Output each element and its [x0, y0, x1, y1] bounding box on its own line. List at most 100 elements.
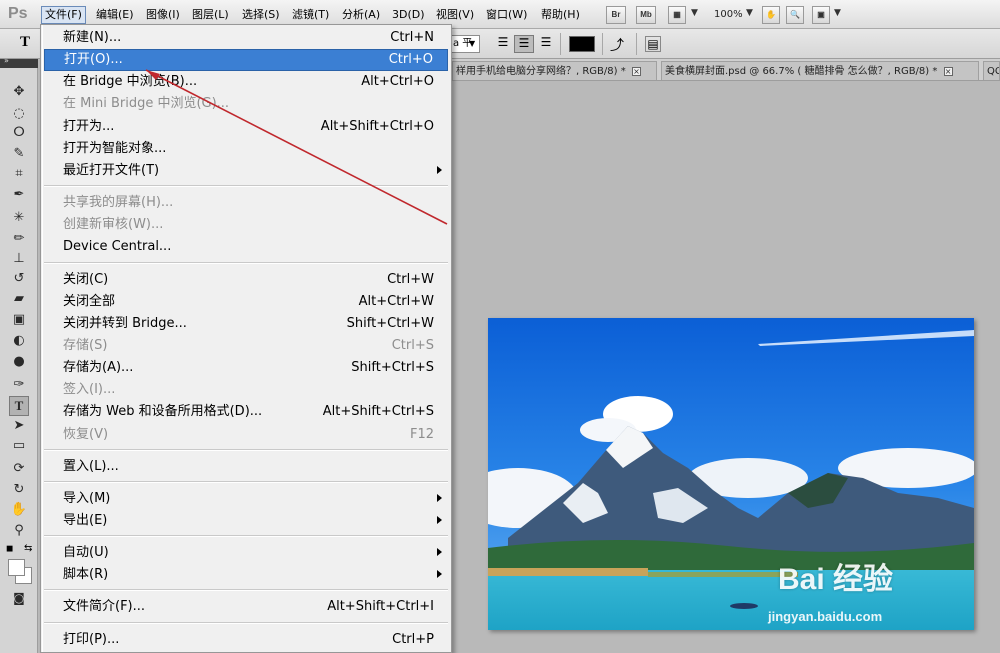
marquee-tool-icon[interactable]: ◌: [9, 104, 29, 124]
history-brush-tool-icon[interactable]: ↺: [9, 269, 29, 289]
menu-item[interactable]: 关闭全部 Alt+Ctrl+W: [44, 291, 448, 313]
extras-icon[interactable]: ▦: [668, 6, 686, 24]
menu-item: 存储(S) Ctrl+S: [44, 335, 448, 357]
menu-separator: [44, 448, 448, 451]
type-tool-icon[interactable]: T: [9, 396, 29, 416]
align-right-icon[interactable]: ☰: [537, 35, 555, 53]
menu-item[interactable]: 脚本(R): [44, 564, 448, 586]
menu-item[interactable]: 文件简介(F)... Alt+Shift+Ctrl+I: [44, 596, 448, 618]
menu-item[interactable]: 存储为 Web 和设备所用格式(D)... Alt+Shift+Ctrl+S: [44, 401, 448, 423]
menu-item[interactable]: 打开(O)... Ctrl+O: [44, 49, 448, 72]
menu-help[interactable]: 帮助(H): [538, 6, 583, 24]
move-tool-icon[interactable]: ✥: [9, 82, 29, 102]
menu-item-shortcut: Ctrl+W: [387, 271, 434, 287]
align-center-icon[interactable]: ☰: [514, 35, 534, 53]
menu-item-label: 在 Bridge 中浏览(B)...: [63, 74, 198, 90]
antialias-select[interactable]: a 平滑: [450, 35, 480, 53]
menu-3d[interactable]: 3D(D): [389, 6, 428, 24]
swap-colors-icon[interactable]: ⇆: [24, 543, 32, 554]
menu-edit[interactable]: 编辑(E): [93, 6, 137, 24]
align-left-icon[interactable]: ☰: [494, 35, 512, 53]
dodge-tool-icon[interactable]: ●: [9, 352, 29, 372]
menu-item[interactable]: 在 Bridge 中浏览(B)... Alt+Ctrl+O: [44, 71, 448, 93]
menu-item[interactable]: 存储为(A)... Shift+Ctrl+S: [44, 357, 448, 379]
menu-filter[interactable]: 滤镜(T): [289, 6, 332, 24]
bridge-button[interactable]: Br: [606, 6, 626, 24]
blur-tool-icon[interactable]: ◐: [9, 331, 29, 351]
3d-orbit-tool-icon[interactable]: ↻: [9, 480, 29, 500]
eraser-tool-icon[interactable]: ▰: [9, 289, 29, 309]
tab-document-3[interactable]: QC: [983, 61, 1000, 80]
menu-item-shortcut: Alt+Shift+Ctrl+O: [320, 118, 434, 134]
menu-item[interactable]: 导出(E): [44, 510, 448, 532]
hand-tool-icon[interactable]: ✋: [762, 6, 780, 24]
hand-tool-icon[interactable]: ✋: [9, 500, 29, 520]
menu-item-label: 最近打开文件(T): [63, 162, 160, 178]
pen-tool-icon[interactable]: ✑: [9, 375, 29, 395]
character-panel-icon[interactable]: ▤: [645, 36, 661, 52]
quick-select-tool-icon[interactable]: ✎: [9, 144, 29, 164]
chevron-down-icon[interactable]: ▼: [834, 8, 841, 18]
menu-item[interactable]: Device Central...: [44, 236, 448, 258]
menu-item-label: 关闭并转到 Bridge...: [63, 315, 187, 331]
menu-image[interactable]: 图像(I): [143, 6, 183, 24]
clone-stamp-tool-icon[interactable]: ⊥: [9, 249, 29, 269]
lasso-tool-icon[interactable]: ⵔ: [9, 123, 29, 143]
menu-item[interactable]: 导入(M): [44, 488, 448, 510]
text-color-swatch[interactable]: [569, 36, 595, 52]
menu-item[interactable]: 置入(L)...: [44, 456, 448, 478]
document-tabs: 样用手机给电脑分享网络？, RGB/8) * × 美食横屏封面.psd @ 66…: [452, 59, 1000, 81]
chevron-down-icon[interactable]: ▼: [469, 39, 475, 48]
rectangle-tool-icon[interactable]: ▭: [9, 436, 29, 456]
close-icon[interactable]: ×: [943, 67, 953, 76]
menu-layer[interactable]: 图层(L): [189, 6, 232, 24]
menu-item[interactable]: 打开为智能对象...: [44, 138, 448, 160]
chevron-down-icon[interactable]: ▼: [746, 8, 753, 18]
default-colors-icon[interactable]: ◼: [6, 544, 13, 554]
arrange-documents-icon[interactable]: ▣: [812, 6, 830, 24]
menu-file[interactable]: 文件(F): [41, 6, 86, 24]
tab-document-2[interactable]: 美食横屏封面.psd @ 66.7% ( 糖醋排骨 怎么做？, RGB/8) *…: [661, 61, 979, 80]
menu-item[interactable]: 自动(U): [44, 542, 448, 564]
brush-tool-icon[interactable]: ✏: [9, 229, 29, 249]
warp-text-icon[interactable]: ⤴: [610, 35, 624, 55]
menu-item-label: Device Central...: [63, 239, 172, 255]
menu-item[interactable]: 新建(N)... Ctrl+N: [44, 27, 448, 49]
zoom-tool-icon[interactable]: 🔍: [786, 6, 804, 24]
type-tool-icon[interactable]: T: [20, 34, 30, 51]
mini-bridge-button[interactable]: Mb: [636, 6, 656, 24]
menu-item-label: 导入(M): [63, 490, 111, 506]
path-selection-tool-icon[interactable]: ➤: [9, 416, 29, 436]
crop-tool-icon[interactable]: ⌗: [9, 164, 29, 184]
close-icon[interactable]: ×: [631, 67, 641, 76]
menu-item[interactable]: 关闭并转到 Bridge... Shift+Ctrl+W: [44, 313, 448, 335]
menu-item[interactable]: 最近打开文件(T): [44, 160, 448, 182]
menu-item-label: 打开为...: [63, 118, 115, 134]
menu-select[interactable]: 选择(S): [239, 6, 283, 24]
menu-gutter: [42, 25, 43, 652]
menu-view[interactable]: 视图(V): [433, 6, 477, 24]
menu-item-label: 签入(I)...: [63, 382, 116, 398]
quick-mask-icon[interactable]: ◙: [9, 588, 29, 608]
menu-item[interactable]: 关闭(C) Ctrl+W: [44, 269, 448, 291]
gradient-tool-icon[interactable]: ▣: [9, 310, 29, 330]
foreground-color-swatch[interactable]: [8, 559, 25, 576]
eyedropper-tool-icon[interactable]: ✒: [9, 185, 29, 205]
menu-item[interactable]: 打开为... Alt+Shift+Ctrl+O: [44, 116, 448, 138]
menu-window[interactable]: 窗口(W): [483, 6, 530, 24]
tab-title: QC: [987, 66, 999, 77]
menu-analysis[interactable]: 分析(A): [339, 6, 383, 24]
submenu-arrow-icon: [437, 548, 442, 557]
tab-document-1[interactable]: 样用手机给电脑分享网络？, RGB/8) * ×: [452, 61, 657, 80]
menu-item-label: 打开(O)...: [64, 52, 123, 68]
healing-brush-tool-icon[interactable]: ✳: [9, 208, 29, 228]
toolbox-header[interactable]: »: [0, 56, 38, 68]
zoom-level[interactable]: 100%: [714, 9, 743, 20]
collapse-icon[interactable]: »: [4, 56, 9, 65]
canvas-image[interactable]: Bai 经验 jingyan.baidu.com: [488, 318, 974, 630]
zoom-tool-icon[interactable]: ⚲: [9, 521, 29, 541]
chevron-down-icon[interactable]: ▼: [691, 8, 698, 18]
menu-item[interactable]: 打印(P)... Ctrl+P: [44, 629, 448, 651]
menu-item-label: 新建(N)...: [63, 30, 122, 45]
3d-rotate-tool-icon[interactable]: ⟳: [9, 459, 29, 479]
